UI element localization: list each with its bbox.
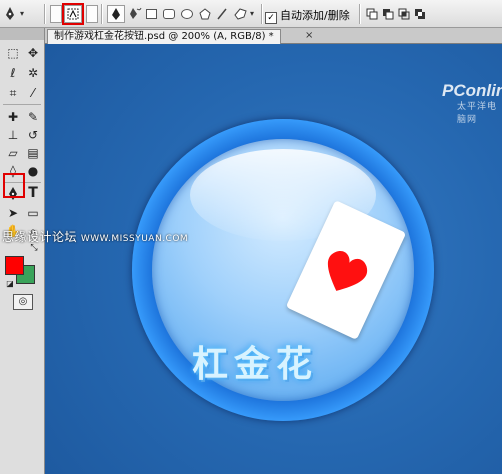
crop-tool-icon[interactable]: ⌗ bbox=[4, 84, 22, 102]
ellipse-icon[interactable] bbox=[181, 9, 193, 19]
shape-layers-button[interactable] bbox=[50, 5, 62, 23]
marquee-tool-icon[interactable]: ⬚ bbox=[4, 44, 22, 62]
preset-dropdown-icon[interactable]: ▾ bbox=[20, 5, 30, 23]
pen-tool-button[interactable] bbox=[107, 5, 125, 23]
separator bbox=[44, 4, 46, 24]
missyuan-watermark: 思缘设计论坛 WWW.MISSYUAN.COM bbox=[2, 228, 188, 245]
path-selection-icon[interactable]: ➤ bbox=[4, 204, 22, 222]
combine-shapes-icon[interactable] bbox=[365, 5, 379, 23]
type-tool-icon[interactable]: T bbox=[24, 184, 42, 202]
rectangle-shape-icon[interactable] bbox=[146, 9, 157, 19]
button-title: 杠金花 bbox=[192, 344, 319, 385]
document-canvas[interactable]: PConline 太平洋电脑网 杠金花 bbox=[45, 44, 502, 474]
document-tab-title: 制作游戏杠金花按钮.psd @ 200% (A, RGB/8) * bbox=[54, 31, 274, 42]
clone-stamp-icon[interactable]: ⊥ bbox=[4, 126, 22, 144]
eraser-icon[interactable]: ▱ bbox=[4, 144, 22, 162]
close-tab-icon[interactable]: × bbox=[305, 30, 313, 41]
toolbox: ⬚ ✥ ℓ ✲ ⌗ ⁄ ✚ ✎ ⊥ ↺ ▱ ▤ ◊ ● T ➤ ▭ ✋ ⌕ ◪ … bbox=[0, 28, 45, 474]
pen-tool-preset-icon[interactable] bbox=[3, 5, 17, 23]
missyuan-watermark-cn: 思缘设计论坛 bbox=[2, 230, 78, 244]
rectangle-tool-icon[interactable]: ▭ bbox=[24, 204, 42, 222]
missyuan-watermark-url: WWW.MISSYUAN.COM bbox=[80, 234, 189, 244]
pen-tool-highlight bbox=[3, 173, 25, 198]
pconline-watermark-cn: 太平洋电脑网 bbox=[457, 102, 498, 125]
auto-add-delete-option[interactable]: ✓ 自动添加/删除 bbox=[265, 7, 350, 24]
brush-tool-icon[interactable]: ✎ bbox=[24, 108, 42, 126]
separator bbox=[101, 4, 103, 24]
options-bar: ▾ ▾ ✓ 自动添加/删除 bbox=[0, 0, 502, 28]
healing-brush-icon[interactable]: ✚ bbox=[4, 108, 22, 126]
game-button-face: 杠金花 bbox=[152, 139, 414, 401]
freeform-pen-icon[interactable] bbox=[127, 5, 143, 23]
shape-dropdown-icon[interactable]: ▾ bbox=[250, 5, 258, 23]
custom-shape-icon[interactable] bbox=[232, 5, 250, 23]
pconline-watermark: PConline bbox=[442, 81, 502, 100]
document-tab[interactable]: 制作游戏杠金花按钮.psd @ 200% (A, RGB/8) * bbox=[47, 29, 281, 45]
subtract-shapes-icon[interactable] bbox=[381, 5, 395, 23]
auto-add-checkbox[interactable]: ✓ bbox=[265, 12, 277, 24]
quick-mask-icon[interactable]: ◎ bbox=[13, 294, 33, 310]
gradient-tool-icon[interactable]: ▤ bbox=[24, 144, 42, 162]
document-tab-bar: 制作游戏杠金花按钮.psd @ 200% (A, RGB/8) * × bbox=[45, 28, 502, 45]
polygon-icon[interactable] bbox=[198, 5, 212, 23]
auto-add-label: 自动添加/删除 bbox=[280, 9, 350, 22]
history-brush-icon[interactable]: ↺ bbox=[24, 126, 42, 144]
intersect-shapes-icon[interactable] bbox=[397, 5, 411, 23]
tool-divider bbox=[3, 104, 41, 105]
dodge-tool-icon[interactable]: ● bbox=[24, 162, 42, 180]
separator bbox=[359, 4, 361, 24]
toolbox-grip[interactable] bbox=[0, 28, 44, 40]
exclude-shapes-icon[interactable] bbox=[413, 5, 427, 23]
line-icon[interactable] bbox=[216, 5, 228, 23]
foreground-color-swatch[interactable] bbox=[5, 256, 24, 275]
lasso-tool-icon[interactable]: ℓ bbox=[4, 64, 22, 82]
rounded-rectangle-icon[interactable] bbox=[163, 9, 175, 19]
eyedropper-icon[interactable]: ⁄ bbox=[24, 84, 42, 102]
separator bbox=[261, 4, 263, 24]
default-colors-icon[interactable]: ◪ bbox=[4, 278, 16, 290]
paths-mode-highlight bbox=[62, 3, 84, 25]
game-button-rim: 杠金花 bbox=[132, 119, 434, 421]
magic-wand-icon[interactable]: ✲ bbox=[24, 64, 42, 82]
fill-pixels-button[interactable] bbox=[86, 5, 98, 23]
move-tool-icon[interactable]: ✥ bbox=[24, 44, 42, 62]
